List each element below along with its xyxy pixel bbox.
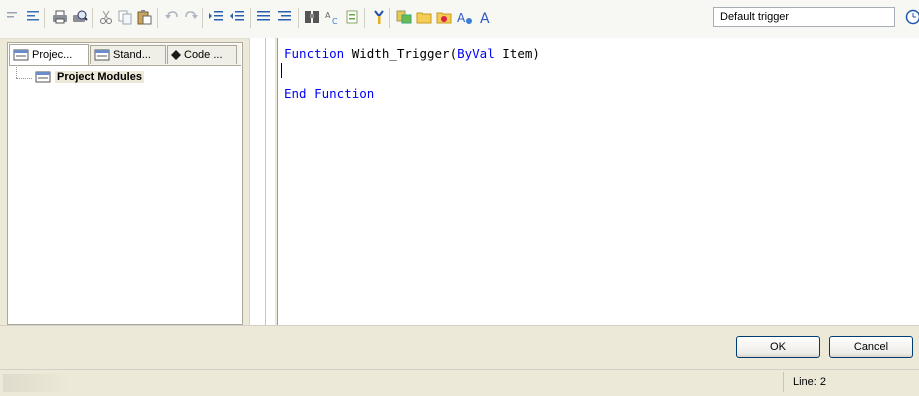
ok-button[interactable]: OK [736, 336, 820, 358]
outdent-icon[interactable] [229, 9, 245, 25]
clock-icon[interactable] [905, 9, 919, 25]
tab-code-label: Code ... [184, 49, 223, 61]
svg-text:A: A [457, 11, 466, 25]
paste-icon[interactable] [136, 9, 152, 25]
cancel-button[interactable]: Cancel [829, 336, 913, 358]
font-color-icon[interactable]: A [457, 9, 473, 25]
replace-icon[interactable]: AC [324, 9, 340, 25]
status-line-number: Line: 2 [793, 376, 826, 388]
print-icon[interactable] [52, 9, 68, 25]
insert-field-icon[interactable] [396, 9, 412, 25]
tab-project-label: Projec... [32, 49, 72, 61]
tab-project[interactable]: Projec... [9, 44, 89, 65]
module-icon [35, 71, 51, 83]
code-line-1: Function Width_Trigger(ByVal Item) [284, 46, 540, 62]
print-preview-icon[interactable] [72, 9, 88, 25]
debug-icon[interactable] [371, 9, 387, 25]
font-icon[interactable]: A [478, 9, 494, 25]
cut-icon[interactable] [98, 9, 114, 25]
status-bar [0, 369, 919, 396]
svg-text:A: A [325, 11, 331, 20]
panel-tabs: Projec... Stand... Code ... [9, 44, 241, 66]
tab-standard-label: Stand... [113, 49, 151, 61]
tree-item-label: Project Modules [55, 71, 144, 83]
open-folder-icon[interactable] [416, 9, 432, 25]
indent-icon[interactable] [208, 9, 224, 25]
toolbar: AC A A Default trigger [0, 0, 919, 39]
uncomment-icon[interactable] [277, 9, 293, 25]
copy-icon[interactable] [117, 9, 133, 25]
text-caret [281, 63, 282, 78]
project-panel: Projec... Stand... Code ... Project Modu… [7, 42, 243, 325]
trigger-dropdown[interactable]: Default trigger [713, 7, 895, 27]
align-icon[interactable] [25, 9, 41, 25]
find-icon[interactable] [304, 9, 320, 25]
tab-standard[interactable]: Stand... [90, 45, 166, 64]
undo-icon[interactable] [164, 9, 180, 25]
add-folder-icon[interactable] [436, 9, 452, 25]
svg-text:A: A [480, 11, 490, 25]
tab-code[interactable]: Code ... [167, 45, 237, 64]
module-icon [13, 49, 29, 61]
svg-text:C: C [332, 17, 338, 25]
code-line-3: End Function [284, 86, 374, 102]
tree-item-project-modules[interactable]: Project Modules [35, 71, 144, 83]
diamond-icon [171, 50, 181, 60]
redo-icon[interactable] [183, 9, 199, 25]
goto-icon[interactable] [344, 9, 360, 25]
editor-gutter [249, 38, 275, 325]
comment-icon[interactable] [256, 9, 272, 25]
code-editor[interactable]: Function Width_Trigger(ByVal Item) End F… [277, 38, 919, 325]
status-panel [3, 374, 69, 392]
module-icon [94, 49, 110, 61]
align-left-icon[interactable] [5, 9, 21, 25]
